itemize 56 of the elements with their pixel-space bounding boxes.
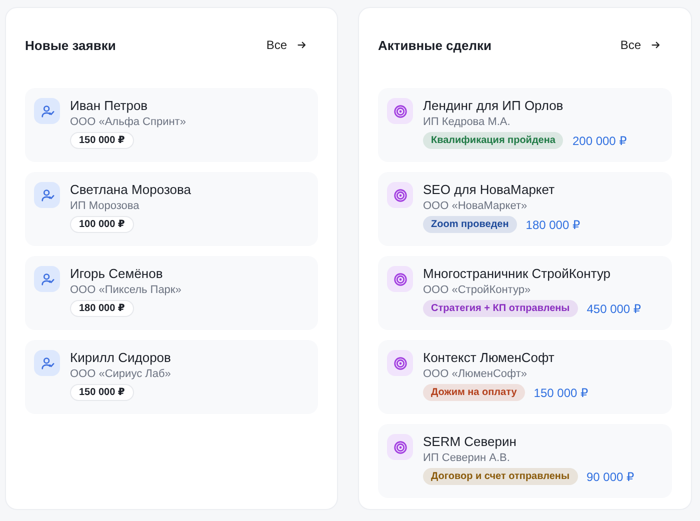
company-name: ООО «НоваМаркет» bbox=[423, 200, 528, 212]
target-icon bbox=[387, 98, 413, 124]
company-name: ООО «Пиксель Парк» bbox=[70, 284, 182, 296]
item-name: SEO для НоваМаркет bbox=[423, 182, 556, 197]
lead-card[interactable]: Игорь Семёнов ООО «Пиксель Парк» 180 000 ₽ bbox=[25, 256, 318, 330]
target-icon bbox=[387, 350, 413, 376]
deal-amount: 150 000 ₽ bbox=[534, 386, 588, 400]
item-name: Иван Петров bbox=[70, 98, 149, 113]
item-name: Многостраничник СтройКонтур bbox=[423, 266, 612, 281]
company-name: ООО «Сириус Лаб» bbox=[70, 368, 171, 380]
item-name: Кирилл Сидоров bbox=[70, 350, 171, 365]
deal-card[interactable]: Лендинг для ИП Орлов ИП Кедрова М.А. Квалификация пройдена 200 000 ₽ bbox=[378, 88, 672, 162]
company-name: ИП Северин А.В. bbox=[423, 452, 511, 464]
person-check-icon bbox=[34, 98, 60, 124]
person-check-icon bbox=[34, 182, 60, 208]
company-name: ООО «СтройКонтур» bbox=[423, 284, 532, 296]
target-icon bbox=[387, 434, 413, 460]
stage-tag: Квалификация пройдена bbox=[423, 132, 564, 149]
company-name: ИП Кедрова М.А. bbox=[423, 116, 512, 128]
item-name: Светлана Морозова bbox=[70, 182, 192, 197]
deal-card[interactable]: SERM Северин ИП Северин А.В. Договор и счет отправлены 90 000 ₽ bbox=[378, 424, 672, 498]
target-icon bbox=[387, 266, 413, 292]
deal-amount: 450 000 ₽ bbox=[586, 302, 642, 316]
lead-card[interactable]: Кирилл Сидоров ООО «Сириус Лаб» 150 000 ₽ bbox=[25, 340, 318, 414]
deal-amount: 90 000 ₽ bbox=[586, 470, 634, 484]
amount-pill: 150 000 ₽ bbox=[70, 384, 134, 401]
lead-card[interactable]: Иван Петров ООО «Альфа Спринт» 150 000 ₽ bbox=[25, 88, 318, 162]
panel-title: Активные сделки bbox=[378, 38, 492, 52]
deal-card[interactable]: Многостраничник СтройКонтур ООО «СтройКонтур» Стратегия + КП отправлены 450 000 ₽ bbox=[378, 256, 672, 330]
person-check-icon bbox=[34, 350, 60, 376]
stage-tag: Договор и счет отправлены bbox=[423, 468, 578, 485]
deal-card[interactable]: Контекст ЛюменСофт ООО «ЛюменСофт» Дожим на оплату 150 000 ₽ bbox=[378, 340, 672, 414]
target-icon bbox=[387, 182, 413, 208]
panel-title: Новые заявки bbox=[25, 38, 116, 52]
deal-card[interactable]: SEO для НоваМаркет ООО «НоваМаркет» Zoom проведен 180 000 ₽ bbox=[378, 172, 672, 246]
arrow-icon bbox=[650, 39, 662, 51]
view-all-link[interactable]: Все bbox=[620, 38, 662, 52]
view-all-link[interactable]: Все bbox=[266, 38, 308, 52]
item-name: Лендинг для ИП Орлов bbox=[423, 98, 564, 113]
amount-pill: 100 000 ₽ bbox=[70, 216, 134, 233]
item-name: SERM Северин bbox=[423, 434, 518, 449]
amount-pill: 180 000 ₽ bbox=[70, 300, 134, 317]
stage-tag: Дожим на оплату bbox=[423, 384, 525, 401]
company-name: ООО «Альфа Спринт» bbox=[70, 116, 186, 128]
stage-tag: Стратегия + КП отправлены bbox=[423, 300, 578, 317]
amount-pill: 150 000 ₽ bbox=[70, 132, 134, 149]
arrow-icon bbox=[296, 39, 308, 51]
item-name: Контекст ЛюменСофт bbox=[423, 350, 556, 365]
company-name: ООО «ЛюменСофт» bbox=[423, 368, 528, 380]
lead-card[interactable]: Светлана Морозова ИП Морозова 100 000 ₽ bbox=[25, 172, 318, 246]
item-name: Игорь Семёнов bbox=[70, 266, 164, 281]
company-name: ИП Морозова bbox=[70, 200, 140, 212]
person-check-icon bbox=[34, 266, 60, 292]
deal-amount: 180 000 ₽ bbox=[526, 218, 580, 232]
stage-tag: Zoom проведен bbox=[423, 216, 517, 233]
deal-amount: 200 000 ₽ bbox=[572, 134, 627, 148]
